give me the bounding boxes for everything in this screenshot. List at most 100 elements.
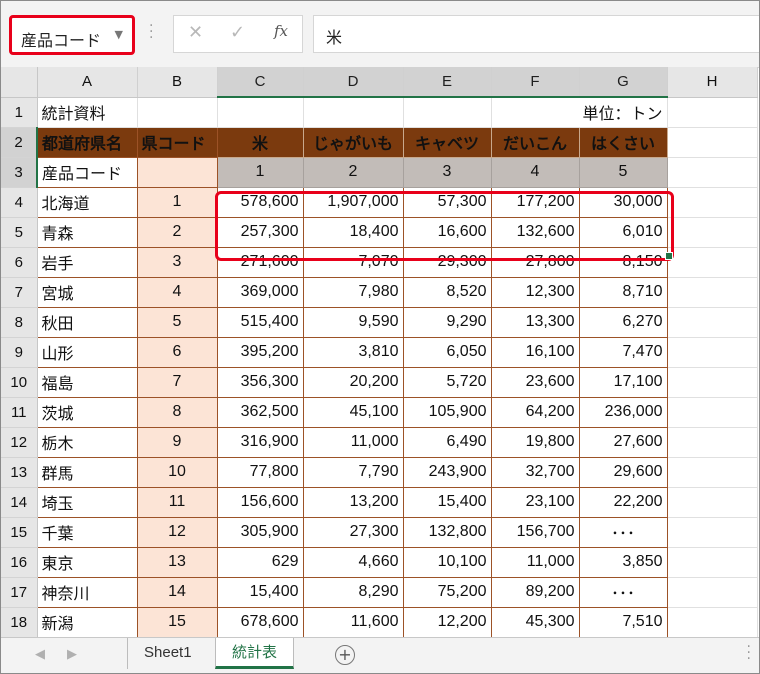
cell-d[interactable]: 7,980 xyxy=(302,276,404,308)
cell-b[interactable]: 8 xyxy=(136,396,218,428)
cell-g[interactable]: ･･･ xyxy=(578,576,668,608)
cell-g[interactable]: 8,710 xyxy=(578,276,668,308)
cell-d[interactable]: 8,290 xyxy=(302,576,404,608)
cell-a[interactable]: 新潟 xyxy=(36,606,138,637)
row-header[interactable]: 11 xyxy=(1,397,38,428)
cell-b[interactable]: 13 xyxy=(136,546,218,578)
row-header[interactable]: 7 xyxy=(1,277,38,308)
cell-b[interactable]: 9 xyxy=(136,426,218,458)
cell-a[interactable]: 青森 xyxy=(36,216,138,248)
add-sheet-icon[interactable]: + xyxy=(335,645,355,665)
cell-c[interactable]: 15,400 xyxy=(216,576,304,608)
cell-a[interactable]: 山形 xyxy=(36,336,138,368)
column-header-b[interactable]: B xyxy=(137,67,218,98)
cell-d[interactable]: 7,790 xyxy=(302,456,404,488)
cell-g[interactable]: 27,600 xyxy=(578,426,668,458)
cell-f[interactable]: 23,600 xyxy=(490,366,580,398)
row-header[interactable]: 13 xyxy=(1,457,38,488)
cell-h[interactable] xyxy=(667,427,758,458)
cell-e[interactable]: 9,290 xyxy=(402,306,492,338)
cell-a[interactable]: 宮城 xyxy=(36,276,138,308)
column-header-d[interactable]: D xyxy=(303,67,404,98)
cell-e1[interactable] xyxy=(403,97,492,128)
cell-g[interactable]: 8,150 xyxy=(578,246,668,278)
tab-sheet1[interactable]: Sheet1 xyxy=(127,638,208,669)
row-header[interactable]: 1 xyxy=(1,97,38,128)
cell-e[interactable]: 75,200 xyxy=(402,576,492,608)
formula-input[interactable]: 米 xyxy=(313,15,759,53)
scroll-right-icon[interactable]: ▶ xyxy=(67,647,77,662)
cell-b[interactable]: 1 xyxy=(136,186,218,218)
cell-e[interactable]: 132,800 xyxy=(402,516,492,548)
cell-h[interactable] xyxy=(667,187,758,218)
product-code-cell[interactable]: 5 xyxy=(578,156,668,188)
cell-f[interactable]: 177,200 xyxy=(490,186,580,218)
cell-f[interactable]: 132,600 xyxy=(490,216,580,248)
name-box[interactable]: 産品コード ▼ xyxy=(9,15,135,55)
row-header[interactable]: 4 xyxy=(1,187,38,218)
row-header[interactable]: 3 xyxy=(1,157,38,188)
cell-b[interactable]: 11 xyxy=(136,486,218,518)
cell-g[interactable]: 17,100 xyxy=(578,366,668,398)
cell-e[interactable]: 8,520 xyxy=(402,276,492,308)
cell-a[interactable]: 秋田 xyxy=(36,306,138,338)
cell-f[interactable]: 27,800 xyxy=(490,246,580,278)
cell-h[interactable] xyxy=(667,577,758,608)
row-header[interactable]: 15 xyxy=(1,517,38,548)
cell-b[interactable]: 3 xyxy=(136,246,218,278)
cell-h[interactable] xyxy=(667,547,758,578)
cell-d[interactable]: 11,600 xyxy=(302,606,404,637)
cell-c[interactable]: 362,500 xyxy=(216,396,304,428)
cancel-icon[interactable]: ✕ xyxy=(188,22,203,43)
cell-b1[interactable] xyxy=(137,97,218,128)
cell-g[interactable]: 29,600 xyxy=(578,456,668,488)
product-code-cell[interactable]: 2 xyxy=(302,156,404,188)
cell-h[interactable] xyxy=(667,397,758,428)
row-header[interactable]: 17 xyxy=(1,577,38,608)
cell-f[interactable]: 89,200 xyxy=(490,576,580,608)
cell-c[interactable]: 356,300 xyxy=(216,366,304,398)
row-header[interactable]: 9 xyxy=(1,337,38,368)
insert-function-icon[interactable]: fx xyxy=(274,22,288,40)
header-radish[interactable]: だいこん xyxy=(490,126,580,158)
cell-g[interactable]: 3,850 xyxy=(578,546,668,578)
cell-e[interactable]: 10,100 xyxy=(402,546,492,578)
cell-g[interactable]: 7,470 xyxy=(578,336,668,368)
unit-label[interactable]: 単位：トン xyxy=(491,97,668,128)
header-cabbage[interactable]: キャベツ xyxy=(402,126,492,158)
cell-h2[interactable] xyxy=(667,127,758,158)
row-header[interactable]: 18 xyxy=(1,607,38,637)
cell-e[interactable]: 29,300 xyxy=(402,246,492,278)
cell-d1[interactable] xyxy=(303,97,404,128)
fill-handle[interactable] xyxy=(665,252,673,260)
cell-d[interactable]: 20,200 xyxy=(302,366,404,398)
cell-c[interactable]: 156,600 xyxy=(216,486,304,518)
header-potato[interactable]: じゃがいも xyxy=(302,126,404,158)
cell-e[interactable]: 5,720 xyxy=(402,366,492,398)
cell-b[interactable]: 4 xyxy=(136,276,218,308)
row-header[interactable]: 14 xyxy=(1,487,38,518)
cell-a[interactable]: 茨城 xyxy=(36,396,138,428)
cell-b[interactable]: 7 xyxy=(136,366,218,398)
cell-h3[interactable] xyxy=(667,157,758,188)
cell-g[interactable]: 30,000 xyxy=(578,186,668,218)
cell-e[interactable]: 6,490 xyxy=(402,426,492,458)
cell-h[interactable] xyxy=(667,607,758,637)
cell-b[interactable]: 12 xyxy=(136,516,218,548)
cell-d[interactable]: 13,200 xyxy=(302,486,404,518)
cell-f[interactable]: 45,300 xyxy=(490,606,580,637)
cell-c[interactable]: 305,900 xyxy=(216,516,304,548)
cell-d[interactable]: 7,070 xyxy=(302,246,404,278)
column-header-a[interactable]: A xyxy=(37,67,138,98)
cell-c[interactable]: 271,600 xyxy=(216,246,304,278)
cell-d[interactable]: 1,907,000 xyxy=(302,186,404,218)
cell-h[interactable] xyxy=(667,217,758,248)
cell-h[interactable] xyxy=(667,277,758,308)
cell-a[interactable]: 栃木 xyxy=(36,426,138,458)
cell-c1[interactable] xyxy=(217,97,304,128)
enter-icon[interactable]: ✓ xyxy=(230,22,245,43)
scroll-left-icon[interactable]: ◀ xyxy=(35,647,45,662)
cell-a[interactable]: 東京 xyxy=(36,546,138,578)
cell-d[interactable]: 4,660 xyxy=(302,546,404,578)
cell-c[interactable]: 257,300 xyxy=(216,216,304,248)
